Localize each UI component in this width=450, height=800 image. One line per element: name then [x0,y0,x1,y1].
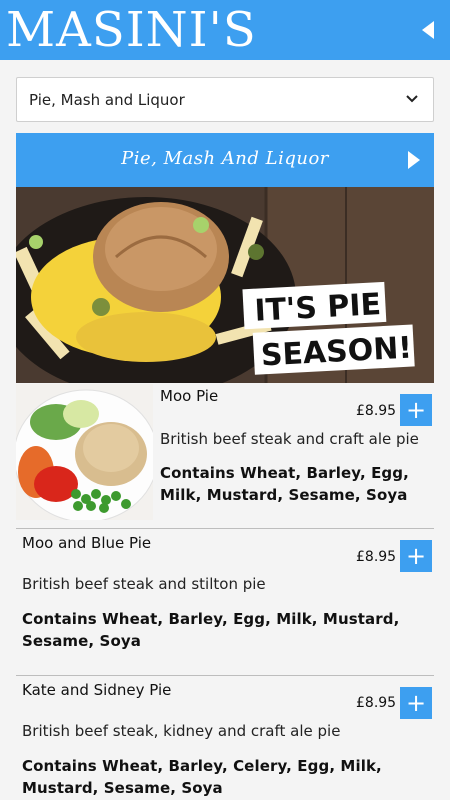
category-header-bar[interactable]: Pie, Mash And Liquor [16,133,434,187]
item-description: British beef steak and craft ale pie [160,430,419,448]
add-to-cart-button[interactable]: + [400,687,432,719]
add-to-cart-button[interactable]: + [400,540,432,572]
category-select-value: Pie, Mash and Liquor [29,91,185,109]
item-description: British beef steak, kidney and craft ale… [22,722,341,740]
chevron-down-icon [406,95,418,103]
category-title: Pie, Mash And Liquor [121,148,329,169]
add-to-cart-button[interactable]: + [400,394,432,426]
menu-item[interactable]: Kate and Sidney Pie £8.95 + British beef… [16,676,434,800]
brand-logo: MASINI'S [6,2,257,58]
back-button[interactable] [416,18,440,42]
chevron-right-icon [408,151,420,169]
app-header: MASINI'S [0,0,450,60]
chevron-left-icon [422,21,434,39]
item-thumbnail [16,384,153,520]
menu-item[interactable]: Moo Pie £8.95 + British beef steak and c… [16,384,434,528]
item-allergens: Contains Wheat, Barley, Egg, Milk, Musta… [160,464,409,504]
item-name: Kate and Sidney Pie [22,681,172,699]
item-description: British beef steak and stilton pie [22,575,266,593]
item-name: Moo Pie [160,387,219,405]
item-name: Moo and Blue Pie [22,534,152,552]
item-allergens: Contains Wheat, Barley, Celery, Egg, Mil… [22,757,382,797]
menu-item[interactable]: Moo and Blue Pie £8.95 + British beef st… [16,529,434,675]
item-price: £8.95 [356,695,397,711]
item-price: £8.95 [356,403,397,419]
category-banner-image: IT'S PIE SEASON! [16,187,434,383]
item-allergens: Contains Wheat, Barley, Egg, Milk, Musta… [22,610,400,650]
category-select[interactable]: Pie, Mash and Liquor [16,77,434,122]
item-price: £8.95 [356,549,397,565]
banner-text-line1: IT'S PIE [254,287,382,329]
